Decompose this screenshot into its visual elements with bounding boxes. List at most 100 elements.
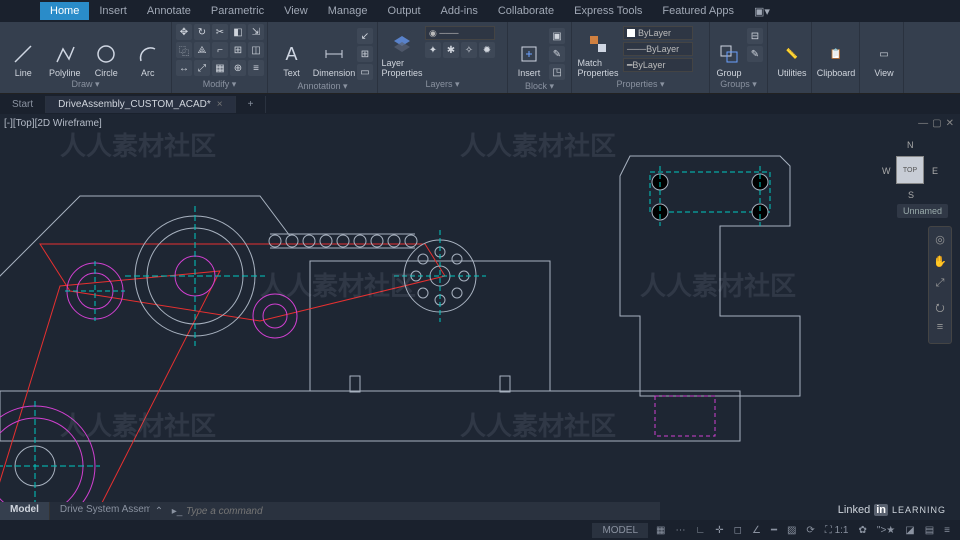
layer-btn-1[interactable]: ✦ xyxy=(425,42,441,58)
fillet-button[interactable]: ⌐ xyxy=(212,42,228,58)
match-icon xyxy=(586,32,610,56)
panel-draw: Line Polyline Circle Arc Draw ▾ xyxy=(0,22,172,93)
command-history-icon[interactable]: ⌃ xyxy=(150,506,168,517)
status-model-button[interactable]: MODEL xyxy=(592,523,648,538)
tab-home[interactable]: Home xyxy=(40,2,89,20)
measure-icon: 📏 xyxy=(780,42,804,66)
ortho-toggle-icon[interactable]: ∟ xyxy=(695,525,705,536)
layer-dropdown[interactable]: ◉ ─── xyxy=(425,26,495,40)
cad-drawing xyxy=(0,116,960,502)
move-button[interactable]: ✥ xyxy=(176,24,192,40)
group-edit-button[interactable]: ✎ xyxy=(747,46,763,62)
file-tab-start[interactable]: Start xyxy=(0,96,46,113)
modify-btn-14[interactable]: ⊕ xyxy=(230,60,246,76)
snap-toggle-icon[interactable]: ⋯ xyxy=(675,525,685,536)
tab-view[interactable]: View xyxy=(274,2,318,20)
tab-more[interactable]: ▣▾ xyxy=(744,2,780,21)
rotate-button[interactable]: ↻ xyxy=(194,24,210,40)
panel-title-annotation: Annotation ▾ xyxy=(272,80,373,93)
tab-expresstools[interactable]: Express Tools xyxy=(564,2,652,20)
layout-tab-model[interactable]: Model xyxy=(0,502,50,520)
ungroup-button[interactable]: ⊟ xyxy=(747,28,763,44)
text-button[interactable]: AText xyxy=(272,24,311,78)
panel-layers: Layer Properties ◉ ─── ✦✱✧✹ Layers ▾ xyxy=(378,22,508,93)
file-tab-document[interactable]: DriveAssembly_CUSTOM_ACAD*× xyxy=(46,96,235,113)
tab-featuredapps[interactable]: Featured Apps xyxy=(652,2,744,20)
workspace-icon[interactable]: ✿ xyxy=(859,525,867,536)
panel-groups: Group ⊟ ✎ Groups ▾ xyxy=(710,22,768,93)
modify-btn-10[interactable]: ◫ xyxy=(248,42,264,58)
modify-btn-15[interactable]: ≡ xyxy=(248,60,264,76)
modify-btn-5[interactable]: ⇲ xyxy=(248,24,264,40)
panel-view: ▭View xyxy=(860,22,904,93)
otrack-toggle-icon[interactable]: ∠ xyxy=(752,525,761,536)
customize-status-icon[interactable]: ≡ xyxy=(944,525,950,536)
modify-btn-9[interactable]: ⊞ xyxy=(230,42,246,58)
block-btn-2[interactable]: ✎ xyxy=(549,46,565,62)
array-button[interactable]: ▦ xyxy=(212,60,228,76)
dimension-button[interactable]: Dimension xyxy=(314,24,354,78)
clipboard-button[interactable]: 📋Clipboard xyxy=(816,24,856,78)
annoscale-label[interactable]: ⛶ 1:1 xyxy=(825,525,849,536)
osnap-toggle-icon[interactable]: ◻ xyxy=(734,525,742,536)
copy-button[interactable]: ⿻ xyxy=(176,42,192,58)
layer-properties-button[interactable]: Layer Properties xyxy=(382,24,422,78)
annotation-monitor-icon[interactable]: ">★ xyxy=(877,525,895,536)
tab-output[interactable]: Output xyxy=(378,2,431,20)
isolate-icon[interactable]: ◪ xyxy=(905,525,914,536)
line-button[interactable]: Line xyxy=(4,24,43,78)
panel-title-properties: Properties ▾ xyxy=(576,78,705,91)
trim-button[interactable]: ✂ xyxy=(212,24,228,40)
layer-btn-4[interactable]: ✹ xyxy=(479,42,495,58)
match-properties-button[interactable]: Match Properties xyxy=(576,24,620,78)
view-button[interactable]: ▭View xyxy=(864,24,904,78)
command-line[interactable]: ⌃ ▸_ xyxy=(150,502,660,520)
tab-insert[interactable]: Insert xyxy=(89,2,137,20)
hardware-accel-icon[interactable]: ▤ xyxy=(925,525,934,536)
file-tabs: Start DriveAssembly_CUSTOM_ACAD*× + xyxy=(0,94,960,114)
drawing-viewport[interactable]: [-][Top][2D Wireframe] — ▢ ✕ N S E W TOP… xyxy=(0,116,960,502)
insert-block-button[interactable]: Insert xyxy=(512,24,546,78)
command-input[interactable] xyxy=(186,506,660,517)
tab-manage[interactable]: Manage xyxy=(318,2,378,20)
mirror-button[interactable]: ⟁ xyxy=(194,42,210,58)
circle-button[interactable]: Circle xyxy=(87,24,126,78)
dimension-icon xyxy=(322,42,346,66)
lineweight-dropdown[interactable]: ━ ByLayer xyxy=(623,58,693,72)
layer-btn-3[interactable]: ✧ xyxy=(461,42,477,58)
panel-title-groups: Groups ▾ xyxy=(714,78,763,91)
group-button[interactable]: Group xyxy=(714,24,744,78)
close-icon[interactable]: × xyxy=(217,99,223,110)
anno-btn-3[interactable]: ▭ xyxy=(357,64,373,80)
tab-annotate[interactable]: Annotate xyxy=(137,2,201,20)
tab-addins[interactable]: Add-ins xyxy=(431,2,488,20)
file-tab-add[interactable]: + xyxy=(236,96,267,113)
grid-toggle-icon[interactable]: ▦ xyxy=(656,525,665,536)
command-prompt-icon: ▸_ xyxy=(168,506,186,517)
status-bar: MODEL ▦ ⋯ ∟ ✛ ◻ ∠ ━ ▨ ⟳ ⛶ 1:1 ✿ ">★ ◪ ▤ … xyxy=(0,520,960,540)
color-dropdown[interactable]: ByLayer xyxy=(623,26,693,40)
block-btn-1[interactable]: ▣ xyxy=(549,28,565,44)
panel-clipboard: 📋Clipboard xyxy=(812,22,860,93)
panel-title-block: Block ▾ xyxy=(512,80,567,93)
layer-btn-2[interactable]: ✱ xyxy=(443,42,459,58)
modify-btn-4[interactable]: ◧ xyxy=(230,24,246,40)
polyline-button[interactable]: Polyline xyxy=(46,24,85,78)
cycling-toggle-icon[interactable]: ⟳ xyxy=(806,525,814,536)
scale-button[interactable]: ⤢ xyxy=(194,60,210,76)
polar-toggle-icon[interactable]: ✛ xyxy=(715,525,723,536)
arc-button[interactable]: Arc xyxy=(129,24,168,78)
line-icon xyxy=(11,42,35,66)
utilities-button[interactable]: 📏Utilities xyxy=(772,24,812,78)
transparency-toggle-icon[interactable]: ▨ xyxy=(787,525,796,536)
block-btn-3[interactable]: ◳ xyxy=(549,64,565,80)
leader-button[interactable]: ↙ xyxy=(357,28,373,44)
tab-parametric[interactable]: Parametric xyxy=(201,2,274,20)
stretch-button[interactable]: ↔ xyxy=(176,60,192,76)
text-icon: A xyxy=(280,42,304,66)
panel-utilities: 📏Utilities xyxy=(768,22,812,93)
tab-collaborate[interactable]: Collaborate xyxy=(488,2,564,20)
lineweight-toggle-icon[interactable]: ━ xyxy=(771,525,777,536)
linetype-dropdown[interactable]: ─── ByLayer xyxy=(623,42,693,56)
table-button[interactable]: ⊞ xyxy=(357,46,373,62)
